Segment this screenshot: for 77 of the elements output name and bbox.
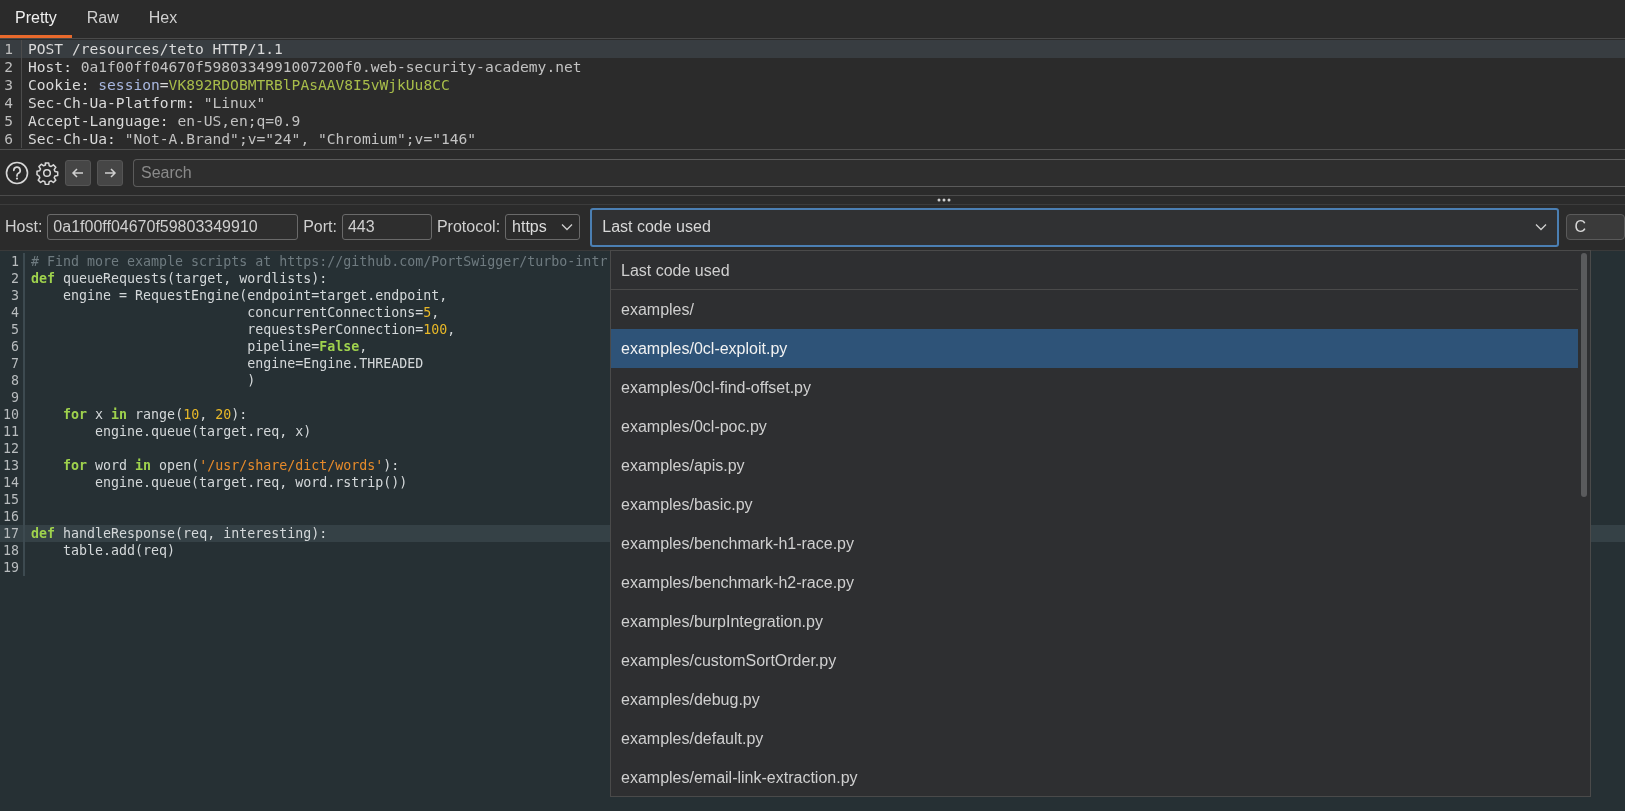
line-number: 5	[0, 321, 25, 338]
line-number: 1	[0, 40, 22, 58]
host-field[interactable]: 0a1f00ff04670f59803349910	[47, 214, 299, 240]
line-number: 15	[0, 491, 25, 508]
help-icon[interactable]	[5, 160, 29, 185]
forward-button[interactable]	[97, 159, 123, 186]
side-button[interactable]: C	[1565, 214, 1625, 240]
chevron-down-icon	[1534, 223, 1547, 231]
dropdown-option[interactable]: examples/basic.py	[611, 485, 1578, 524]
dropdown-option[interactable]: examples/	[611, 290, 1578, 329]
port-field[interactable]: 443	[341, 214, 432, 240]
host-label: Host:	[5, 218, 43, 236]
code-line: def handleResponse(req, interesting):	[30, 525, 328, 542]
code-line: for word in open('/usr/share/dict/words'):	[62, 457, 400, 474]
code-line: engine.queue(target.req, word.rstrip())	[94, 474, 408, 491]
line-number: 2	[0, 58, 22, 76]
code-line: for x in range(10, 20):	[62, 406, 248, 423]
dropdown-option[interactable]: examples/default.py	[611, 719, 1578, 758]
line-number: 12	[0, 440, 25, 457]
tab[interactable]: Hex	[133, 0, 193, 38]
dropdown-option[interactable]: examples/benchmark-h1-race.py	[611, 524, 1578, 563]
dropdown-option[interactable]: examples/0cl-exploit.py	[611, 329, 1578, 368]
code-line: pipeline=False,	[246, 338, 368, 355]
line-number: 3	[0, 76, 22, 94]
dropdown-option[interactable]: examples/email-link-extraction.py	[611, 758, 1578, 797]
request-line: Cookie: session=VK892RDOBMTRBlPAsAAV8I5vWjkUu8CC	[27, 76, 450, 94]
port-label: Port:	[303, 218, 337, 236]
request-line: Accept-Language: en-US,en;q=0.9	[27, 112, 301, 130]
code-line: engine.queue(target.req, x)	[94, 423, 312, 440]
line-number: 3	[0, 287, 25, 304]
line-number: 8	[0, 372, 25, 389]
dropdown-option[interactable]: Last code used	[611, 251, 1578, 290]
tab[interactable]: Raw	[71, 0, 134, 38]
dropdown-option[interactable]: examples/burpIntegration.py	[611, 602, 1578, 641]
search-field[interactable]: Search	[133, 158, 1625, 187]
scrollbar-thumb[interactable]	[1581, 253, 1587, 497]
dropdown-option[interactable]: examples/apis.py	[611, 446, 1578, 485]
line-number: 7	[0, 355, 25, 372]
protocol-label: Protocol:	[436, 218, 501, 236]
dropdown-option[interactable]: examples/0cl-poc.py	[611, 407, 1578, 446]
code-line: )	[246, 372, 256, 389]
request-line: Sec-Ch-Ua: "Not-A.Brand";v="24", "Chromium";v="146"	[27, 130, 477, 148]
line-number: 6	[0, 338, 25, 355]
dropdown-option[interactable]: examples/benchmark-h2-race.py	[611, 563, 1578, 602]
code-line: requestsPerConnection=100,	[246, 321, 456, 338]
chevron-down-icon	[561, 223, 574, 231]
line-number: 4	[0, 304, 25, 321]
drag-handle-icon[interactable]	[936, 198, 951, 202]
line-number: 2	[0, 270, 25, 287]
line-number: 5	[0, 112, 22, 130]
code-line: concurrentConnections=5,	[246, 304, 440, 321]
line-number: 14	[0, 474, 25, 491]
line-number: 17	[0, 525, 25, 542]
code-line: engine=Engine.THREADED	[246, 355, 424, 372]
line-number: 9	[0, 389, 25, 406]
request-line: POST /resources/teto HTTP/1.1	[27, 40, 283, 58]
code-line: table.add(req)	[62, 542, 176, 559]
script-dropdown[interactable]: Last code used	[590, 207, 1559, 247]
dropdown-option[interactable]: examples/debug.py	[611, 680, 1578, 719]
line-number: 11	[0, 423, 25, 440]
request-line: Sec-Ch-Ua-Platform: "Linux"	[27, 94, 266, 112]
line-number: 1	[0, 253, 25, 270]
protocol-dropdown[interactable]: https	[505, 214, 581, 240]
request-line: Host: 0a1f00ff04670f5980334991007200f0.web-security-academy.net	[27, 58, 582, 76]
code-line: engine = RequestEngine(endpoint=target.endpoint,	[62, 287, 448, 304]
code-line: # Find more example scripts at https://github.com/PortSwigger/turbo-intr	[30, 253, 608, 270]
code-line: def queueRequests(target, wordlists):	[30, 270, 328, 287]
dropdown-option[interactable]: examples/customSortOrder.py	[611, 641, 1578, 680]
line-number: 13	[0, 457, 25, 474]
line-number: 19	[0, 559, 25, 576]
line-number: 10	[0, 406, 25, 423]
back-button[interactable]	[65, 159, 91, 186]
dropdown-option[interactable]: examples/0cl-find-offset.py	[611, 368, 1578, 407]
line-number: 18	[0, 542, 25, 559]
settings-icon[interactable]	[35, 160, 59, 185]
line-number: 6	[0, 130, 22, 148]
line-number: 4	[0, 94, 22, 112]
